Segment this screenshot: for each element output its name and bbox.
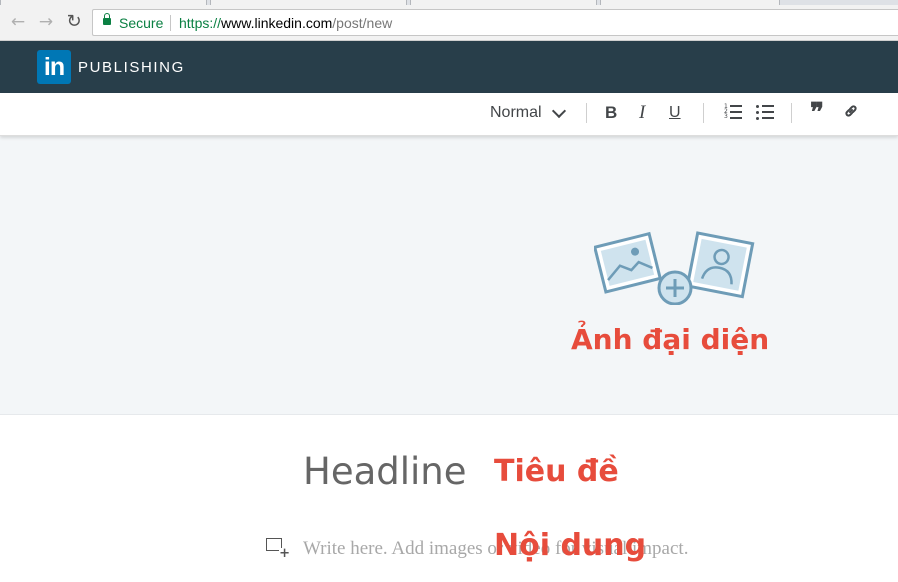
italic-button[interactable]: I — [639, 103, 645, 123]
quote-icon[interactable]: ❞ — [810, 98, 824, 128]
headline-input[interactable]: Headline — [303, 450, 467, 493]
back-arrow-icon[interactable]: ← — [8, 12, 28, 32]
featured-image-area[interactable]: Ảnh đại diện — [0, 135, 898, 415]
toolbar-divider — [703, 103, 704, 123]
formatting-toolbar: Normal B I U 123 ❞ — [0, 93, 898, 136]
address-bar[interactable]: Secure https://www.linkedin.com/post/new — [92, 9, 898, 36]
insert-media-icon[interactable] — [266, 538, 290, 559]
numbered-list-icon[interactable]: 123 — [724, 104, 742, 120]
url-text[interactable]: https://www.linkedin.com/post/new — [179, 15, 392, 31]
bold-button[interactable]: B — [605, 103, 617, 123]
chevron-down-icon[interactable] — [551, 103, 567, 119]
lock-icon — [103, 13, 111, 25]
underline-button[interactable]: U — [669, 103, 681, 123]
toolbar-divider — [586, 103, 587, 123]
url-host: www.linkedin.com — [221, 15, 333, 31]
bulleted-list-icon[interactable] — [756, 104, 774, 120]
url-path: /post/new — [332, 15, 393, 31]
toolbar-divider — [791, 103, 792, 123]
divider — [170, 15, 171, 31]
featured-image-annotation: Ảnh đại diện — [571, 323, 770, 356]
publishing-title: PUBLISHING — [78, 59, 185, 76]
add-image-icon[interactable] — [594, 230, 756, 305]
publishing-header: in PUBLISHING — [0, 41, 898, 93]
text-style-select[interactable]: Normal — [490, 103, 542, 123]
link-icon[interactable] — [844, 104, 858, 118]
url-protocol: https:// — [179, 15, 222, 31]
headline-annotation: Tiêu đề — [494, 454, 619, 489]
security-label: Secure — [119, 15, 164, 31]
forward-arrow-icon[interactable]: → — [36, 12, 56, 32]
linkedin-logo-icon[interactable]: in — [37, 50, 71, 84]
browser-toolbar: ← → ↻ Secure https://www.linkedin.com/po… — [0, 5, 898, 41]
reload-icon[interactable]: ↻ — [64, 12, 84, 32]
body-annotation: Nội dung — [494, 528, 647, 563]
